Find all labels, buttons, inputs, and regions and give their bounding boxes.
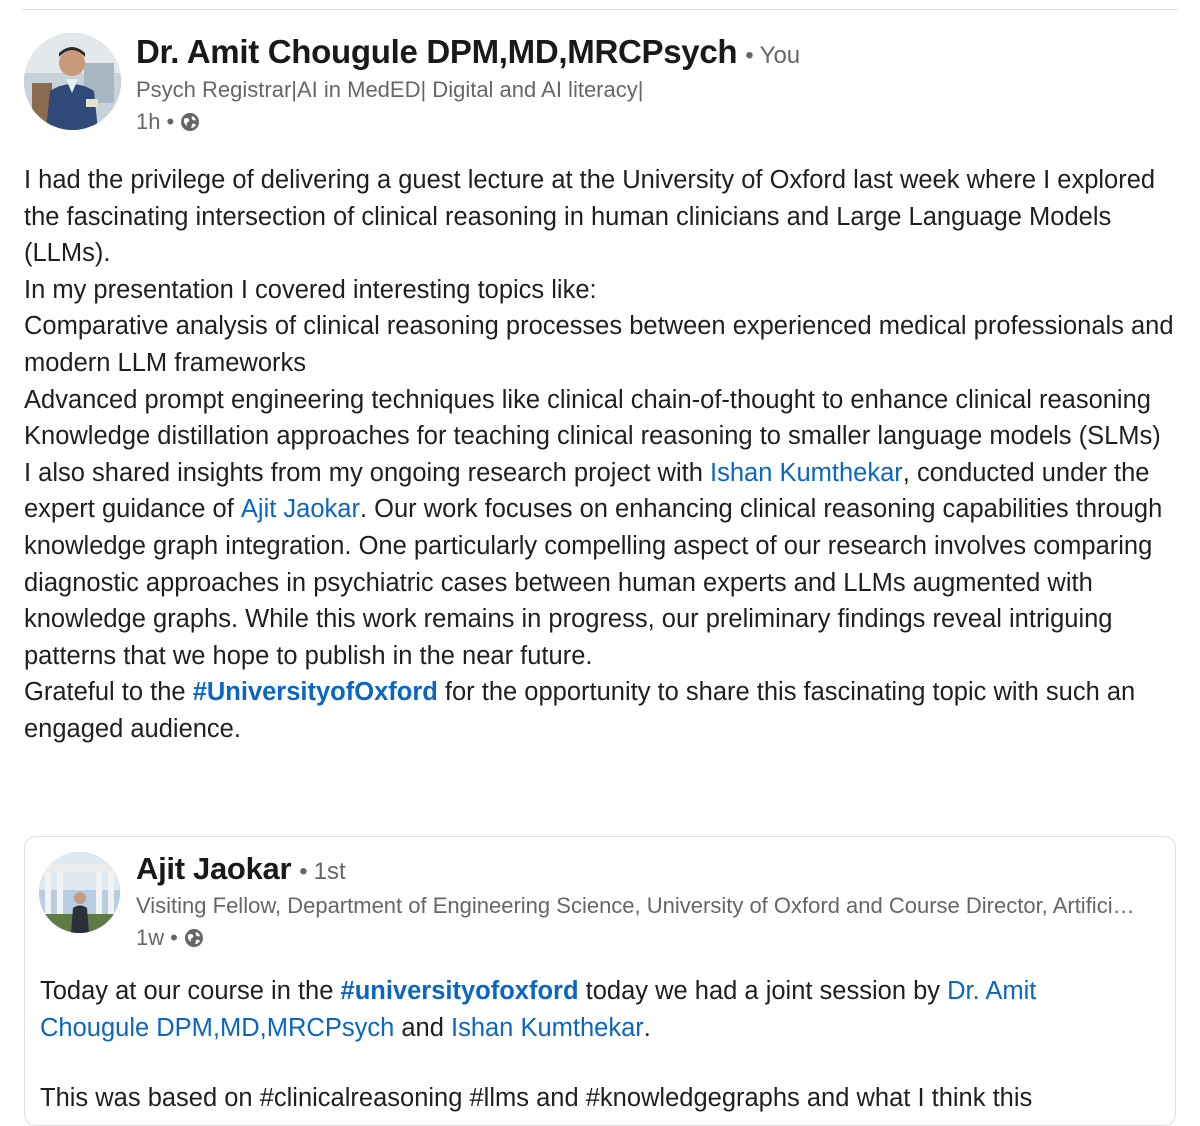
reshared-post-meta: 1w •: [136, 925, 204, 951]
post-body: I had the privilege of delivering a gues…: [24, 162, 1174, 748]
globe-icon: [180, 112, 200, 132]
meta-dot: •: [166, 109, 175, 134]
post-author-header: Dr. Amit Chougule DPM,MD,MRCPsych • You Ps…: [24, 33, 1174, 143]
post-paragraph: Comparative analysis of clinical reasoni…: [24, 312, 1174, 377]
connection-degree: You: [759, 42, 801, 69]
meta-dot: •: [170, 925, 178, 950]
post-text: today we had a joint session by: [578, 977, 948, 1005]
author-avatar[interactable]: [24, 33, 121, 130]
reshared-avatar-image: [39, 852, 120, 933]
post-text: Today at our course in the: [40, 977, 341, 1005]
mention-ishan-kumthekar[interactable]: Ishan Kumthekar: [451, 1014, 644, 1042]
reshared-post-cutoff-line: This was based on #clinicalreasoning #ll…: [40, 1084, 1033, 1112]
reshared-author-headline: Visiting Fellow, Department of Engineeri…: [136, 893, 1146, 918]
post-paragraph: Knowledge distillation approaches for te…: [24, 422, 1161, 451]
author-name-row: Dr. Amit Chougule DPM,MD,MRCPsych • You: [136, 33, 800, 71]
post-paragraph: Advanced prompt engineering techniques l…: [24, 385, 1151, 414]
reshared-name-row: Ajit Jaokar • 1st: [136, 851, 346, 887]
reshared-author-avatar[interactable]: [39, 852, 120, 933]
reshared-post-card[interactable]: Ajit Jaokar • 1st Visiting Fellow, Departm…: [24, 836, 1176, 1126]
globe-icon: [184, 928, 204, 948]
post-paragraph: In my presentation I covered interesting…: [24, 275, 597, 304]
mention-ishan-kumthekar[interactable]: Ishan Kumthekar: [710, 459, 903, 487]
post-paragraph: Today at our course in the #universityof…: [40, 973, 1150, 1046]
post-text: Grateful to the: [24, 678, 193, 707]
reshared-post-body: Today at our course in the #universityof…: [40, 973, 1150, 1046]
post-text: and: [394, 1013, 451, 1042]
connection-degree: 1st: [313, 858, 346, 885]
post-time: 1h: [136, 109, 161, 134]
mention-ajit-jaokar[interactable]: Ajit Jaokar: [241, 495, 360, 523]
post-paragraph: I also shared insights from my ongoing r…: [24, 455, 1174, 675]
degree-separator: •: [745, 42, 754, 69]
post-paragraph: I had the privilege of delivering a gues…: [24, 166, 1156, 268]
post-paragraph: Grateful to the #UniversityofOxford for …: [24, 674, 1174, 747]
hashtag-universityofoxford[interactable]: #universityofoxford: [341, 977, 579, 1005]
degree-separator: •: [299, 858, 308, 885]
post-time: 1w: [136, 925, 165, 950]
author-headline: Psych Registrar|AI in MedED| Digital and…: [136, 77, 644, 102]
author-name[interactable]: Dr. Amit Chougule DPM,MD,MRCPsych: [136, 33, 738, 70]
reshared-author-name[interactable]: Ajit Jaokar: [136, 851, 292, 886]
post-text: I also shared insights from my ongoing r…: [24, 458, 710, 487]
author-avatar-image: [24, 33, 121, 130]
top-divider: [22, 9, 1178, 10]
hashtag-universityofoxford[interactable]: #UniversityofOxford: [193, 678, 438, 706]
post-text: .: [643, 1013, 651, 1042]
post-meta: 1h •: [136, 109, 200, 135]
